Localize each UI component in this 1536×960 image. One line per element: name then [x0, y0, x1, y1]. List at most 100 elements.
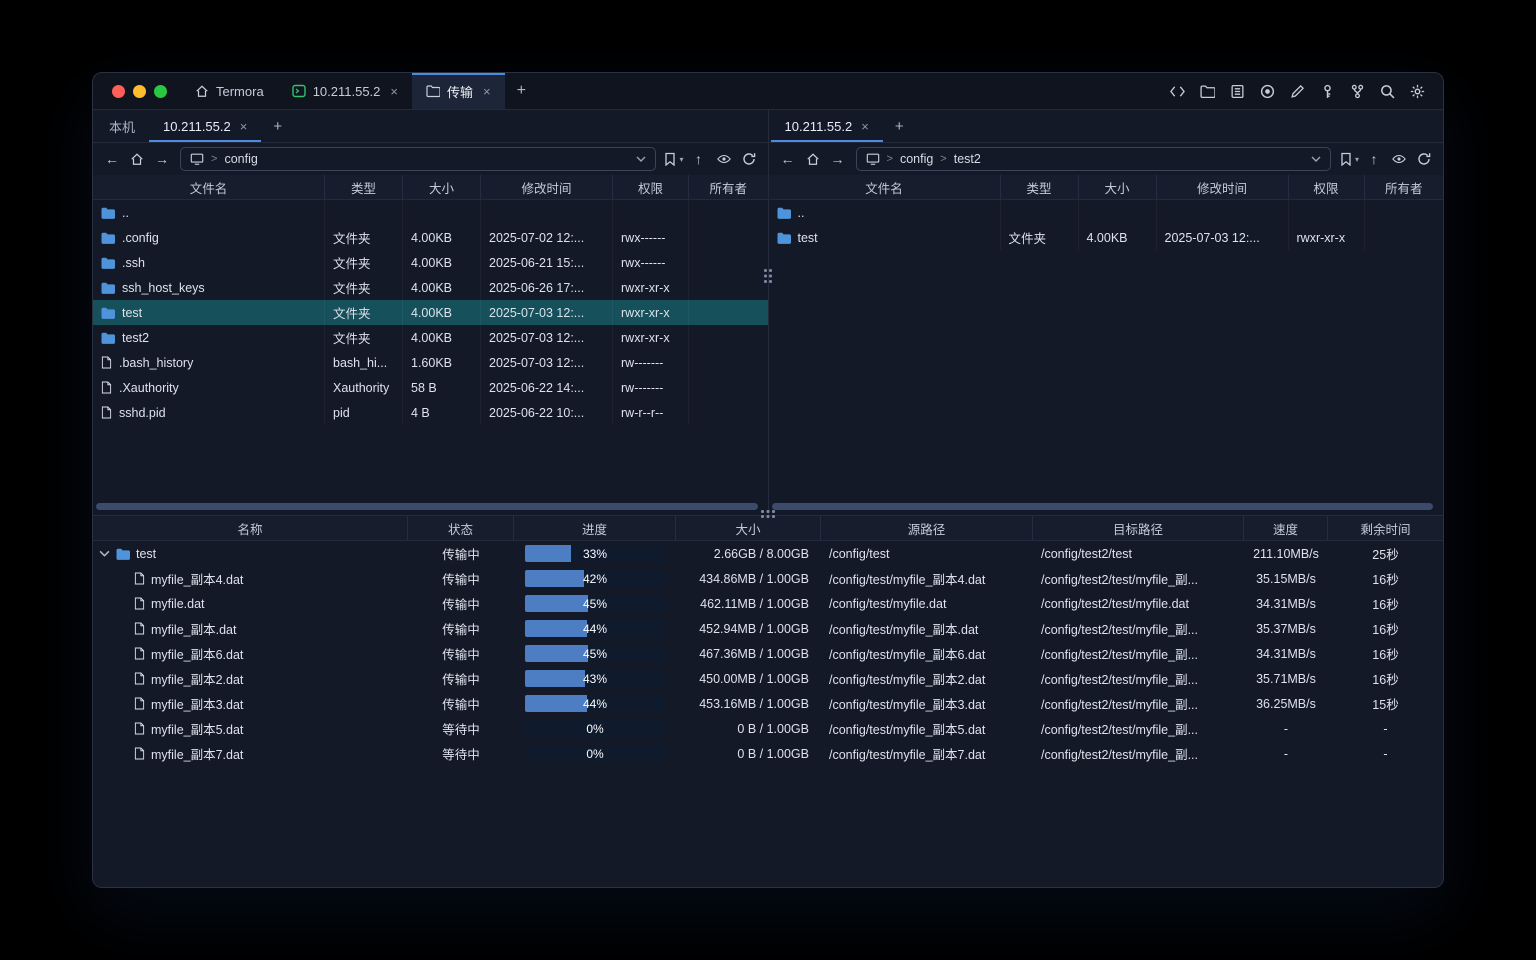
horizontal-scrollbar[interactable] [96, 503, 765, 510]
back-button[interactable]: ← [776, 147, 800, 171]
close-tab-icon[interactable]: × [483, 85, 491, 98]
column-header[interactable]: 修改时间 [1157, 175, 1289, 199]
close-tab-icon[interactable]: × [861, 120, 869, 133]
chevron-down-icon[interactable] [636, 156, 646, 162]
column-header[interactable]: 大小 [1079, 175, 1157, 199]
branch-button[interactable] [1345, 79, 1369, 103]
keys-button[interactable] [1315, 79, 1339, 103]
transfer-row[interactable]: myfile_副本6.dat 传输中 45% 467.36MB / 1.00GB… [93, 641, 1443, 666]
column-header[interactable]: 目标路径 [1033, 516, 1244, 540]
file-row[interactable]: .config 文件夹 4.00KB 2025-07-02 12:... rwx… [93, 225, 768, 250]
column-header[interactable]: 权限 [613, 175, 689, 199]
file-row[interactable]: .. [93, 200, 768, 225]
search-button[interactable] [1375, 79, 1399, 103]
panel-splitter-grip[interactable] [764, 269, 767, 272]
column-header[interactable]: 大小 [403, 175, 481, 199]
column-header[interactable]: 所有者 [689, 175, 768, 199]
zoom-window-button[interactable] [154, 85, 167, 98]
path-breadcrumb[interactable]: > config [180, 147, 656, 171]
horizontal-scrollbar[interactable] [772, 503, 1441, 510]
tab-remote-host[interactable]: 10.211.55.2 × [149, 110, 261, 142]
file-row[interactable]: sshd.pid pid 4 B 2025-06-22 10:... rw-r-… [93, 400, 768, 425]
show-hidden-button[interactable] [712, 147, 736, 171]
tab-host-session[interactable]: 10.211.55.2 × [278, 73, 412, 109]
progress-bar: 44% [525, 620, 665, 637]
file-row-selected[interactable]: test 文件夹 4.00KB 2025-07-03 12:... rwxr-x… [93, 300, 768, 325]
tab-termora[interactable]: Termora [181, 73, 278, 109]
new-tab-button[interactable]: + [505, 73, 538, 109]
transfer-row[interactable]: myfile_副本4.dat 传输中 42% 434.86MB / 1.00GB… [93, 566, 1443, 591]
refresh-button[interactable] [1412, 147, 1436, 171]
column-header[interactable]: 修改时间 [481, 175, 613, 199]
left-panel-toolbar: ← → > config ▾ ↑ [93, 143, 768, 175]
column-header[interactable]: 进度 [514, 516, 676, 540]
edit-button[interactable] [1285, 79, 1309, 103]
new-panel-tab-button[interactable]: + [261, 110, 294, 142]
column-header[interactable]: 剩余时间 [1328, 516, 1443, 540]
file-row[interactable]: .Xauthority Xauthority 58 B 2025-06-22 1… [93, 375, 768, 400]
cell-size: 1.60KB [403, 350, 481, 375]
upload-button[interactable]: ↑ [687, 147, 711, 171]
tab-transfer[interactable]: 传输 × [412, 73, 505, 109]
upload-button[interactable]: ↑ [1362, 147, 1386, 171]
transfer-row[interactable]: myfile_副本.dat 传输中 44% 452.94MB / 1.00GB … [93, 616, 1443, 641]
column-header[interactable]: 权限 [1289, 175, 1365, 199]
record-button[interactable] [1255, 79, 1279, 103]
path-segment[interactable]: test2 [954, 152, 981, 166]
expand-chevron-icon[interactable] [99, 550, 110, 557]
tab-local[interactable]: 本机 [95, 110, 149, 142]
column-header[interactable]: 文件名 [769, 175, 1001, 199]
path-segment[interactable]: config [224, 152, 257, 166]
path-segment[interactable]: config [900, 152, 933, 166]
close-window-button[interactable] [112, 85, 125, 98]
home-button[interactable] [801, 147, 825, 171]
settings-button[interactable] [1405, 79, 1429, 103]
refresh-button[interactable] [737, 147, 761, 171]
bookmark-button[interactable]: ▾ [1337, 147, 1361, 171]
column-header[interactable]: 大小 [676, 516, 821, 540]
transfer-splitter-grip[interactable] [761, 510, 764, 513]
file-row[interactable]: .ssh 文件夹 4.00KB 2025-06-21 15:... rwx---… [93, 250, 768, 275]
column-header[interactable]: 所有者 [1365, 175, 1444, 199]
cell-size: 4 B [403, 400, 481, 425]
cell-type: 文件夹 [325, 225, 403, 250]
file-manager-button[interactable] [1195, 79, 1219, 103]
cell-source-path: /config/test/myfile_副本4.dat [821, 569, 1033, 588]
show-hidden-button[interactable] [1387, 147, 1411, 171]
column-header[interactable]: 类型 [1001, 175, 1079, 199]
file-row[interactable]: ssh_host_keys 文件夹 4.00KB 2025-06-26 17:.… [93, 275, 768, 300]
new-panel-tab-button[interactable]: + [883, 110, 916, 142]
transfer-row[interactable]: myfile_副本5.dat 等待中 0% 0 B / 1.00GB /conf… [93, 716, 1443, 741]
column-header[interactable]: 文件名 [93, 175, 325, 199]
path-breadcrumb[interactable]: > config > test2 [856, 147, 1332, 171]
file-row[interactable]: test2 文件夹 4.00KB 2025-07-03 12:... rwxr-… [93, 325, 768, 350]
tab-remote-host[interactable]: 10.211.55.2 × [771, 110, 883, 142]
column-header[interactable]: 源路径 [821, 516, 1033, 540]
back-button[interactable]: ← [100, 147, 124, 171]
close-tab-icon[interactable]: × [390, 85, 398, 98]
file-row[interactable]: .. [769, 200, 1444, 225]
forward-button[interactable]: → [150, 147, 174, 171]
log-button[interactable] [1225, 79, 1249, 103]
column-header[interactable]: 状态 [408, 516, 514, 540]
transfer-row[interactable]: test 传输中 33% 2.66GB / 8.00GB /config/tes… [93, 541, 1443, 566]
scrollbar-thumb[interactable] [772, 503, 1434, 510]
transfer-row[interactable]: myfile_副本7.dat 等待中 0% 0 B / 1.00GB /conf… [93, 741, 1443, 766]
code-view-button[interactable] [1165, 79, 1189, 103]
column-header[interactable]: 速度 [1244, 516, 1328, 540]
column-header[interactable]: 名称 [93, 516, 408, 540]
file-row[interactable]: test 文件夹 4.00KB 2025-07-03 12:... rwxr-x… [769, 225, 1444, 250]
minimize-window-button[interactable] [133, 85, 146, 98]
chevron-down-icon[interactable] [1311, 156, 1321, 162]
scrollbar-thumb[interactable] [96, 503, 758, 510]
forward-button[interactable]: → [826, 147, 850, 171]
transfer-row[interactable]: myfile.dat 传输中 45% 462.11MB / 1.00GB /co… [93, 591, 1443, 616]
column-header[interactable]: 类型 [325, 175, 403, 199]
transfer-row[interactable]: myfile_副本2.dat 传输中 43% 450.00MB / 1.00GB… [93, 666, 1443, 691]
bookmark-button[interactable]: ▾ [662, 147, 686, 171]
close-tab-icon[interactable]: × [240, 120, 248, 133]
transfer-row[interactable]: myfile_副本3.dat 传输中 44% 453.16MB / 1.00GB… [93, 691, 1443, 716]
home-button[interactable] [125, 147, 149, 171]
cell-size: 4.00KB [1079, 225, 1157, 250]
file-row[interactable]: .bash_history bash_hi... 1.60KB 2025-07-… [93, 350, 768, 375]
